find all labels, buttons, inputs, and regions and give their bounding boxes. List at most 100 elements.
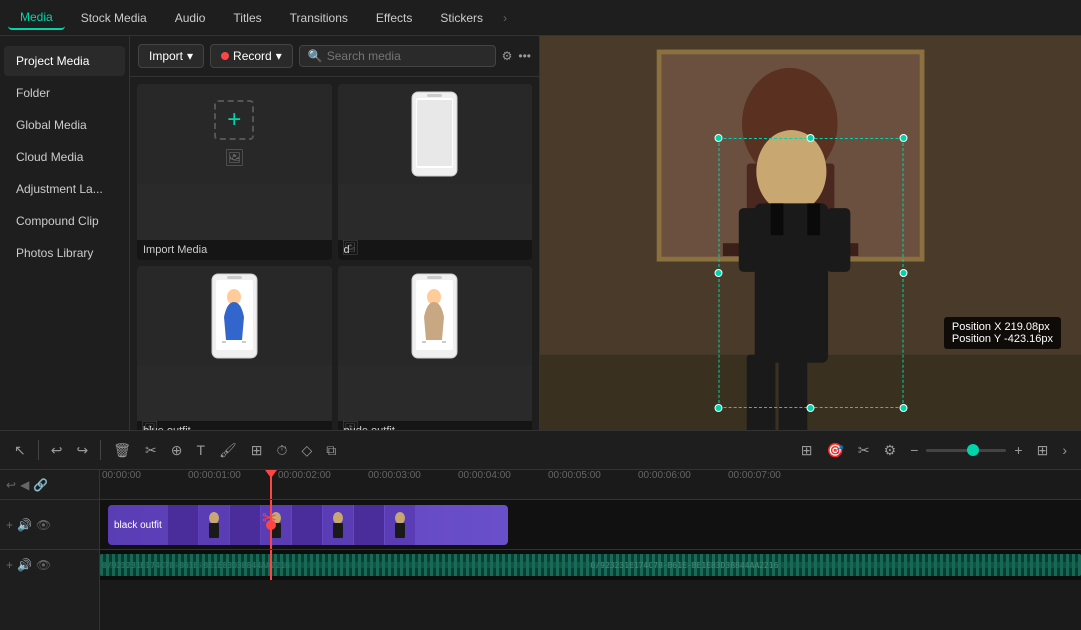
playhead-triangle — [265, 470, 277, 478]
media-toolbar: Import ▾ Record ▾ 🔍 ⚙ ••• — [130, 36, 539, 77]
transform-handle-tl[interactable] — [714, 134, 722, 142]
sidebar-item-photos-library[interactable]: Photos Library — [4, 238, 125, 268]
sidebar-item-folder[interactable]: Folder — [4, 78, 125, 108]
search-input[interactable] — [327, 49, 487, 63]
timeline-undo-button[interactable]: ↩ — [6, 478, 16, 492]
record-label: Record — [233, 49, 272, 63]
text-button[interactable]: T — [190, 438, 211, 462]
zoom-in-button[interactable]: + — [1008, 438, 1028, 462]
more-timeline-button[interactable]: › — [1056, 438, 1073, 462]
frame-thumb-svg — [204, 510, 224, 540]
media-item-d[interactable]: 🖼 d — [338, 84, 533, 260]
undo-button[interactable]: ↩ — [45, 438, 69, 463]
sidebar-item-adjustment-layers[interactable]: Adjustment La... — [4, 174, 125, 204]
media-item-import[interactable]: + 🖼 Import Media — [137, 84, 332, 260]
timeline-collapse-button[interactable]: ◀ — [20, 478, 29, 492]
sidebar-item-global-media[interactable]: Global Media — [4, 110, 125, 140]
transform-overlay — [718, 138, 903, 408]
timeline-header-controls: ↩ ◀ 🔗 — [0, 470, 99, 500]
time-marker-1: 00:00:01:00 — [188, 470, 241, 481]
tab-effects[interactable]: Effects — [364, 7, 424, 29]
zoom-slider[interactable] — [926, 449, 1006, 452]
sidebar-item-cloud-media[interactable]: Cloud Media — [4, 142, 125, 172]
import-button[interactable]: Import ▾ — [138, 44, 204, 68]
position-y-label: Position Y -423.16px — [952, 333, 1053, 345]
audio-track-controls: + 🔊 👁 — [0, 550, 99, 580]
redo-button[interactable]: ↪ — [70, 438, 94, 463]
media-item-nude-outfit[interactable]: 🖼 nude outfit — [338, 266, 533, 442]
time-ruler: 00:00:00 00:00:01:00 00:00:02:00 00:00:0… — [100, 470, 1081, 500]
transform-handle-tr[interactable] — [899, 134, 907, 142]
tools-bar: ↖ ↩ ↪ 🗑 ✂ ⊕ T 🖌 ⊞ ⏱ ◇ ⧉ ⊞ 🎯 ✂ ⚙ − + ⊞ › — [0, 430, 1081, 470]
sidebar-item-project-media[interactable]: Project Media — [4, 46, 125, 76]
tool-sep-2 — [100, 440, 101, 460]
svg-text:0/923231E174C78-B61E-BE1E83D3B: 0/923231E174C78-B61E-BE1E83D3B844AA2216 — [591, 561, 779, 570]
import-media-plus-icon[interactable]: + — [214, 100, 254, 140]
position-tooltip: Position X 219.08px Position Y -423.16px — [944, 317, 1061, 349]
phone-thumb-d-svg — [407, 90, 462, 178]
split-button[interactable]: ⊕ — [165, 438, 189, 463]
transform-handle-mr[interactable] — [899, 269, 907, 277]
select-tool-button[interactable]: ↖ — [8, 438, 32, 463]
nav-expand-arrow[interactable]: › — [499, 11, 511, 25]
tab-media[interactable]: Media — [8, 6, 65, 30]
audio-clip[interactable]: 0/923231E174C78-B61E-BE1E83D3B844AA2216 … — [100, 554, 1081, 576]
transform-handle-bl[interactable] — [714, 404, 722, 412]
frame-thumb-4-svg — [390, 510, 410, 540]
transform-handle-br[interactable] — [899, 404, 907, 412]
snap-button[interactable]: 🎯 — [820, 438, 849, 463]
tab-audio[interactable]: Audio — [163, 7, 218, 29]
media-item-blue-outfit[interactable]: 🖼 blue outfit — [137, 266, 332, 442]
time-marker-4: 00:00:04:00 — [458, 470, 511, 481]
copy-button[interactable]: ⧉ — [320, 438, 342, 463]
timeline-container: ↩ ◀ 🔗 + 🔊 👁 + 🔊 👁 00:00:00 00:00:01 — [0, 470, 1081, 630]
playhead-track-line — [270, 500, 272, 549]
import-chevron-icon: ▾ — [187, 49, 193, 63]
track-add-button[interactable]: + — [6, 518, 13, 532]
playhead-circle — [266, 520, 276, 530]
clock-button[interactable]: ⏱ — [271, 438, 294, 463]
zoom-out-button[interactable]: − — [904, 438, 924, 462]
track-eye-button[interactable]: 👁 — [36, 518, 51, 532]
track-speaker-button[interactable]: 🔊 — [17, 518, 32, 532]
time-marker-6: 00:00:06:00 — [638, 470, 691, 481]
position-x-label: Position X 219.08px — [952, 321, 1053, 333]
shape-button[interactable]: ◇ — [295, 438, 318, 463]
transform-handle-tc[interactable] — [807, 134, 815, 142]
audio-speaker-button[interactable]: 🔊 — [17, 558, 32, 572]
tab-transitions[interactable]: Transitions — [278, 7, 360, 29]
video-clip-main[interactable]: black outfit — [108, 505, 508, 545]
paint-button[interactable]: 🖌 — [213, 438, 243, 463]
cut-button[interactable]: ✂ — [139, 438, 163, 463]
record-button[interactable]: Record ▾ — [210, 44, 293, 68]
link-button[interactable]: 🔗 — [33, 478, 48, 492]
filter-icon[interactable]: ⚙ — [502, 49, 513, 63]
search-box[interactable]: 🔍 — [299, 45, 496, 67]
delete-button[interactable]: 🗑 — [107, 438, 137, 463]
sidebar-item-compound-clip[interactable]: Compound Clip — [4, 206, 125, 236]
more-options-icon[interactable]: ••• — [518, 49, 531, 63]
tab-stock-media[interactable]: Stock Media — [69, 7, 159, 29]
timeline-content: 00:00:00 00:00:01:00 00:00:02:00 00:00:0… — [100, 470, 1081, 630]
timeline-mode-button[interactable]: ⊞ — [795, 438, 819, 463]
transform-handle-ml[interactable] — [714, 269, 722, 277]
split-audio-button[interactable]: ✂ — [852, 438, 876, 463]
search-icon: 🔍 — [308, 49, 323, 63]
grid-view-button[interactable]: ⊞ — [1031, 438, 1055, 463]
tab-stickers[interactable]: Stickers — [428, 7, 495, 29]
transform-handle-bc[interactable] — [807, 404, 815, 412]
timeline-left-controls: ↩ ◀ 🔗 + 🔊 👁 + 🔊 👁 — [0, 470, 100, 630]
tool-sep-1 — [38, 440, 39, 460]
top-navigation: Media Stock Media Audio Titles Transitio… — [0, 0, 1081, 36]
timeline-settings-button[interactable]: ⚙ — [878, 438, 903, 463]
playhead[interactable] — [270, 470, 272, 499]
tab-titles[interactable]: Titles — [221, 7, 273, 29]
time-marker-2: 00:00:02:00 — [278, 470, 331, 481]
phone-thumb-nude-svg — [407, 272, 462, 360]
import-label: Import — [149, 49, 183, 63]
frame-thumb-3-svg — [328, 510, 348, 540]
audio-eye-button[interactable]: 👁 — [36, 558, 51, 572]
audio-add-button[interactable]: + — [6, 558, 13, 572]
audio-waveform-svg: 0/923231E174C78-B61E-BE1E83D3B844AA2216 … — [100, 554, 1081, 576]
crop-button[interactable]: ⊞ — [245, 438, 269, 463]
